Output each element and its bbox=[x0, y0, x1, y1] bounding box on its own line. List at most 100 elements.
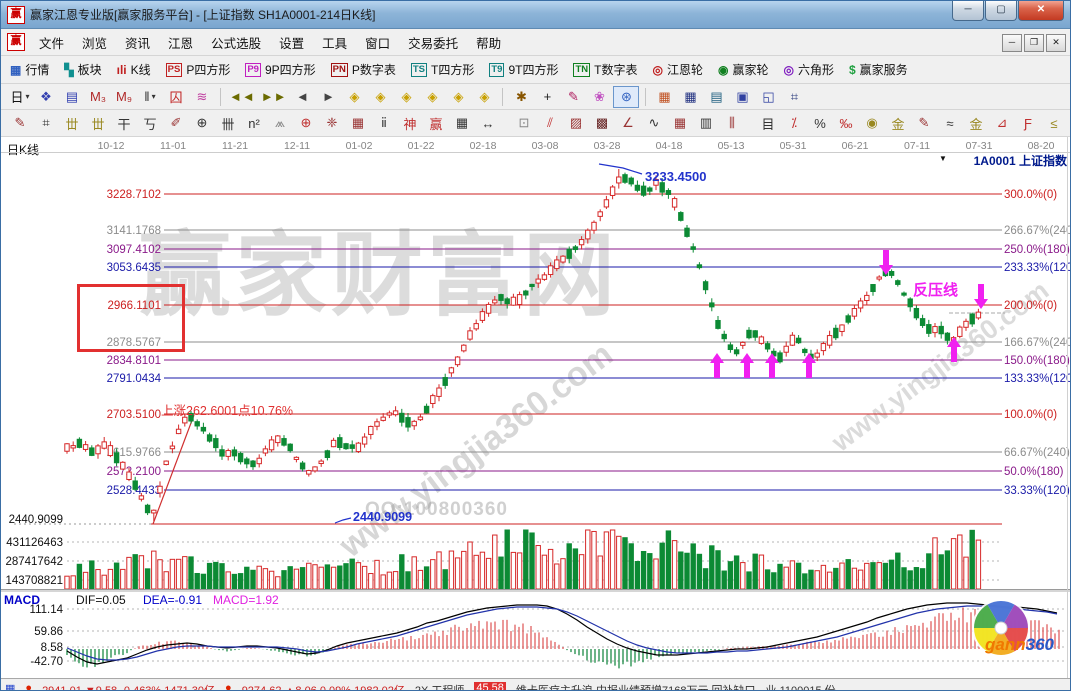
mdi-restore-button[interactable]: ❐ bbox=[1024, 34, 1044, 52]
toolbar-button-P四方形[interactable]: PSP四方形 bbox=[163, 59, 234, 80]
draw-tool-7-icon[interactable]: ⊕ bbox=[190, 113, 214, 133]
nav-tool-10-icon[interactable]: ►► bbox=[259, 87, 289, 107]
nav-tool-30-icon[interactable]: ◱ bbox=[756, 87, 780, 107]
status-item-2[interactable]: 2941.01 ▼9.58 -0.463% 1471.30亿 bbox=[42, 682, 215, 691]
draw-tool-2-icon[interactable]: 丗 bbox=[60, 113, 84, 133]
menu-文件[interactable]: 文件 bbox=[30, 29, 73, 56]
status-item-3[interactable]: ● bbox=[225, 682, 232, 691]
draw-tool-38-icon[interactable]: 金 bbox=[964, 113, 988, 133]
draw-tool-12-icon[interactable]: ❈ bbox=[320, 113, 344, 133]
draw-tool-34-icon[interactable]: ◉ bbox=[860, 113, 884, 133]
menu-设置[interactable]: 设置 bbox=[270, 29, 313, 56]
nav-tool-22-icon[interactable]: ✎ bbox=[561, 87, 585, 107]
nav-tool-2-icon[interactable]: ▤ bbox=[60, 87, 84, 107]
draw-tool-24-icon[interactable]: ∠ bbox=[616, 113, 640, 133]
nav-tool-1-icon[interactable]: ❖ bbox=[34, 87, 58, 107]
draw-tool-20-icon[interactable]: ⊡ bbox=[512, 113, 536, 133]
toolbar-button-赢家服务[interactable]: $赢家服务 bbox=[846, 59, 911, 80]
draw-tool-36-icon[interactable]: ✎ bbox=[912, 113, 936, 133]
maximize-button[interactable]: ▢ bbox=[985, 1, 1017, 21]
nav-tool-21-icon[interactable]: + bbox=[535, 87, 559, 107]
nav-tool-3-icon[interactable]: M₃ bbox=[86, 87, 110, 107]
menu-交易委托[interactable]: 交易委托 bbox=[399, 29, 467, 56]
draw-tool-10-icon[interactable]: ⩕ bbox=[268, 113, 292, 133]
mdi-close-button[interactable]: ✕ bbox=[1046, 34, 1066, 52]
nav-tool-23-icon[interactable]: ❀ bbox=[587, 87, 611, 107]
nav-tool-5-icon[interactable]: ‖▾ bbox=[138, 87, 162, 107]
nav-tool-26-icon[interactable]: ▦ bbox=[652, 87, 676, 107]
nav-tool-20-icon[interactable]: ✱ bbox=[509, 87, 533, 107]
draw-tool-37-icon[interactable]: ≈ bbox=[938, 113, 962, 133]
draw-tool-40-icon[interactable]: Ƒ bbox=[1016, 113, 1040, 133]
draw-tool-6-icon[interactable]: ✐ bbox=[164, 113, 188, 133]
draw-tool-13-icon[interactable]: ▦ bbox=[346, 113, 370, 133]
draw-tool-9-icon[interactable]: n² bbox=[242, 113, 266, 133]
draw-tool-1-icon[interactable]: ⌗ bbox=[34, 113, 58, 133]
status-item-0[interactable]: ▦ bbox=[5, 682, 15, 691]
symbol-label[interactable]: 1A0001 上证指数 bbox=[957, 152, 1067, 169]
draw-tool-25-icon[interactable]: ∿ bbox=[642, 113, 666, 133]
toolbar-button-T数字表[interactable]: TNT数字表 bbox=[570, 59, 640, 80]
nav-tool-13-icon[interactable]: ◈ bbox=[342, 87, 366, 107]
menu-公式选股[interactable]: 公式选股 bbox=[202, 29, 270, 56]
menu-工具[interactable]: 工具 bbox=[313, 29, 356, 56]
nav-tool-29-icon[interactable]: ▣ bbox=[730, 87, 754, 107]
nav-tool-24-icon[interactable]: ⊛ bbox=[613, 86, 639, 108]
nav-tool-6-icon[interactable]: 囚 bbox=[164, 87, 188, 107]
nav-tool-18-icon[interactable]: ◈ bbox=[472, 87, 496, 107]
close-button[interactable]: ✕ bbox=[1018, 1, 1064, 21]
draw-tool-26-icon[interactable]: ▦ bbox=[668, 113, 692, 133]
draw-tool-30-icon[interactable]: 目 bbox=[756, 113, 780, 133]
draw-tool-3-icon[interactable]: 丗 bbox=[86, 113, 110, 133]
menu-窗口[interactable]: 窗口 bbox=[356, 29, 399, 56]
menu-江恩[interactable]: 江恩 bbox=[159, 29, 202, 56]
draw-tool-35-icon[interactable]: 金 bbox=[886, 113, 910, 133]
draw-tool-11-icon[interactable]: ⊕ bbox=[294, 113, 318, 133]
draw-tool-17-icon[interactable]: ▦ bbox=[450, 113, 474, 133]
nav-tool-15-icon[interactable]: ◈ bbox=[394, 87, 418, 107]
nav-tool-0-icon[interactable]: 日▾ bbox=[8, 87, 32, 107]
draw-tool-33-icon[interactable]: ‰ bbox=[834, 113, 858, 133]
toolbar-button-赢家轮[interactable]: ◉赢家轮 bbox=[715, 59, 772, 80]
nav-tool-14-icon[interactable]: ◈ bbox=[368, 87, 392, 107]
mdi-minimize-button[interactable]: ─ bbox=[1002, 34, 1022, 52]
menu-资讯[interactable]: 资讯 bbox=[116, 29, 159, 56]
draw-tool-8-icon[interactable]: 卌 bbox=[216, 113, 240, 133]
macd-indicator-name[interactable]: MACD bbox=[4, 593, 40, 607]
status-item-1[interactable]: ● bbox=[25, 682, 32, 691]
toolbar-button-江恩轮[interactable]: ◎江恩轮 bbox=[649, 59, 706, 80]
toolbar-button-行情[interactable]: ▦行情 bbox=[7, 59, 52, 80]
draw-tool-15-icon[interactable]: 神 bbox=[398, 113, 422, 133]
draw-tool-16-icon[interactable]: 赢 bbox=[424, 113, 448, 133]
toolbar-button-T四方形[interactable]: TST四方形 bbox=[408, 59, 477, 80]
nav-tool-31-icon[interactable]: ⌗ bbox=[782, 87, 806, 107]
menu-浏览[interactable]: 浏览 bbox=[73, 29, 116, 56]
minimize-button[interactable]: ─ bbox=[952, 1, 984, 21]
title-bar[interactable]: 赢 赢家江恩专业版[赢家服务平台] - [上证指数 SH1A0001-214日K… bbox=[1, 1, 1070, 29]
draw-tool-31-icon[interactable]: ⁒ bbox=[782, 113, 806, 133]
draw-tool-23-icon[interactable]: ▩ bbox=[590, 113, 614, 133]
draw-tool-21-icon[interactable]: ⫽ bbox=[538, 113, 562, 133]
nav-tool-28-icon[interactable]: ▤ bbox=[704, 87, 728, 107]
toolbar-button-K线[interactable]: ıliK线 bbox=[114, 59, 154, 80]
nav-tool-4-icon[interactable]: M₉ bbox=[112, 87, 136, 107]
draw-tool-41-icon[interactable]: ≤ bbox=[1042, 113, 1066, 133]
nav-tool-17-icon[interactable]: ◈ bbox=[446, 87, 470, 107]
draw-tool-0-icon[interactable]: ✎ bbox=[8, 113, 32, 133]
nav-tool-12-icon[interactable]: ► bbox=[316, 87, 340, 107]
toolbar-button-六角形[interactable]: ◎六角形 bbox=[780, 59, 837, 80]
toolbar-button-板块[interactable]: ▚板块 bbox=[61, 59, 104, 80]
draw-tool-27-icon[interactable]: ▥ bbox=[694, 113, 718, 133]
toolbar-button-9T四方形[interactable]: T99T四方形 bbox=[486, 59, 561, 80]
symbol-caret-icon[interactable]: ▼ bbox=[939, 154, 947, 163]
draw-tool-14-icon[interactable]: ⅱ bbox=[372, 113, 396, 133]
nav-tool-16-icon[interactable]: ◈ bbox=[420, 87, 444, 107]
nav-tool-27-icon[interactable]: ▦ bbox=[678, 87, 702, 107]
draw-tool-28-icon[interactable]: ⫼ bbox=[720, 113, 744, 133]
nav-tool-9-icon[interactable]: ◄◄ bbox=[227, 87, 257, 107]
draw-tool-22-icon[interactable]: ▨ bbox=[564, 113, 588, 133]
menu-帮助[interactable]: 帮助 bbox=[467, 29, 510, 56]
status-item-4[interactable]: 9274.62 ▲8.06 0.09% 1982.02亿 bbox=[242, 682, 405, 691]
toolbar-button-9P四方形[interactable]: P99P四方形 bbox=[242, 59, 318, 80]
draw-tool-18-icon[interactable]: ↔ bbox=[476, 113, 500, 133]
